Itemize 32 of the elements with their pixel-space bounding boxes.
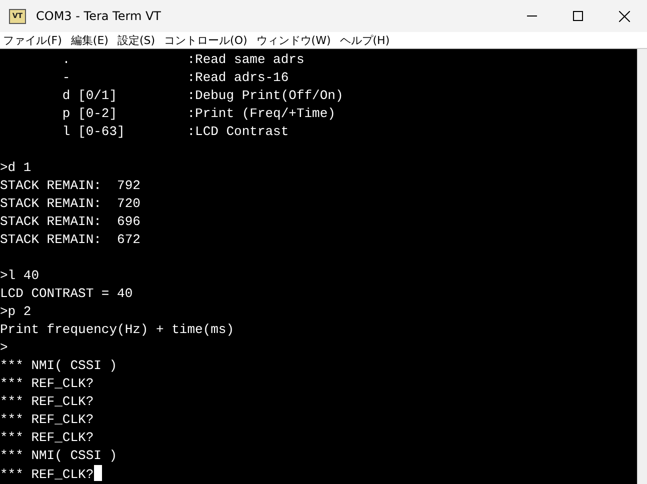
window-title: COM3 - Tera Term VT [36, 9, 162, 23]
scrollbar[interactable] [637, 49, 647, 484]
terminal-line: >l 40 [0, 267, 40, 285]
menu-item[interactable]: ウィンドウ(W) [255, 32, 339, 48]
menu-item[interactable]: 設定(S) [116, 32, 164, 48]
terminal-line: p [0-2] :Print (Freq/+Time) [61, 105, 336, 123]
terminal-line: > [0, 339, 9, 357]
terminal-line: - :Read adrs-16 [61, 69, 290, 87]
terminal-line: *** NMI( CSSI ) [0, 357, 118, 375]
terminal-line: >d 1 [0, 159, 32, 177]
menu-item[interactable]: ファイル(F) [2, 32, 70, 48]
terminal-line: . :Read same adrs [61, 51, 306, 69]
terminal-line: *** REF_CLK? [0, 393, 95, 411]
terminal-line: l [0-63] :LCD Contrast [61, 123, 290, 141]
terminal-line: STACK REMAIN: 672 [0, 231, 142, 249]
menu-item[interactable]: 編集(E) [70, 32, 116, 48]
terminal-line: STACK REMAIN: 720 [0, 195, 142, 213]
terminal-line: *** REF_CLK? [0, 429, 95, 447]
terminal-line: *** REF_CLK? [0, 375, 95, 393]
terminal-line: >p 2 [0, 303, 32, 321]
terminal-line: *** REF_CLK? [0, 465, 637, 483]
terminal-line: Print frequency(Hz) + time(ms) [0, 321, 236, 339]
menu-item[interactable]: ヘルプ(H) [338, 32, 398, 48]
terminal-line: STACK REMAIN: 696 [0, 213, 142, 231]
menu-item[interactable]: コントロール(O) [163, 32, 256, 48]
close-icon [618, 10, 630, 22]
maximize-icon [573, 11, 583, 21]
terminal-line: d [0/1] :Debug Print(Off/On) [61, 87, 344, 105]
terminal-line: STACK REMAIN: 792 [0, 177, 142, 195]
terminal-line: LCD CONTRAST = 40 [0, 285, 134, 303]
terminal-line: *** NMI( CSSI ) [0, 447, 118, 465]
terminal-line: *** REF_CLK? [0, 411, 95, 429]
